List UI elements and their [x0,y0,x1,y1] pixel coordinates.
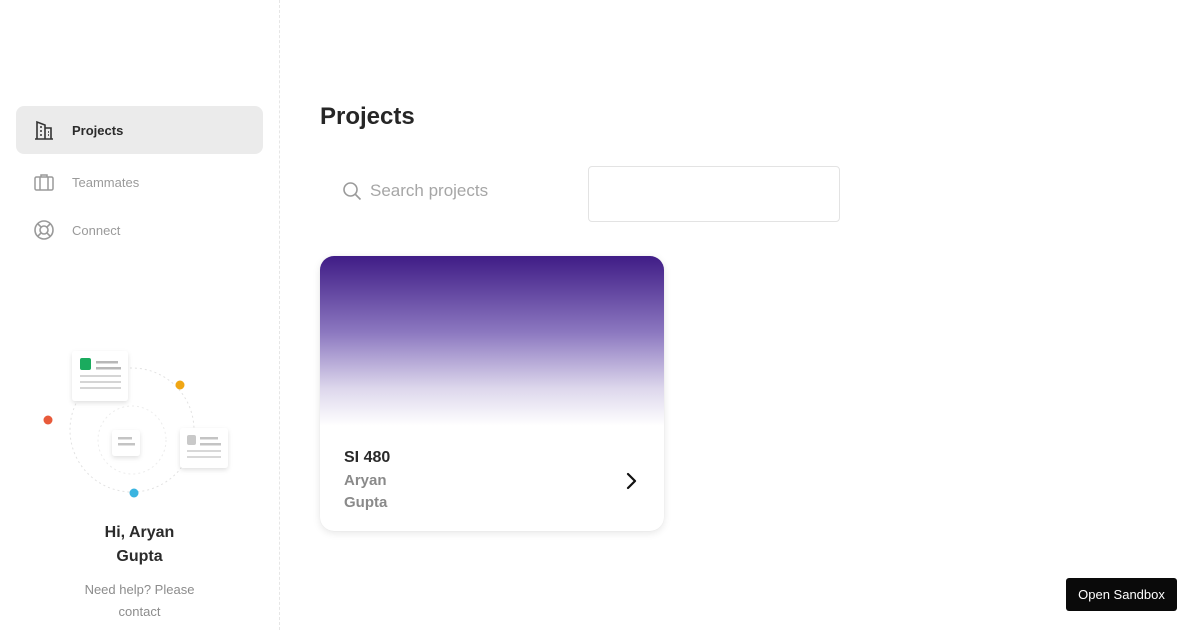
sidebar-item-label: Connect [72,222,121,238]
greeting-block: Hi, Aryan Gupta Need help? Please contac… [0,521,279,623]
sidebar-item-projects[interactable]: Projects [16,106,263,154]
help-illustration [32,340,242,505]
project-card[interactable]: SI 480 Aryan Gupta [320,256,664,531]
sidebar-nav: Projects Teammates Connect [16,106,263,254]
search-icon [342,181,362,201]
help-text: Need help? Please contact [84,582,195,619]
lifebuoy-icon [32,218,56,242]
page-title: Projects [320,103,415,130]
chevron-right-icon[interactable] [621,470,641,492]
greeting-text: Hi, Aryan Gupta [104,524,175,565]
briefcase-icon [32,170,56,194]
project-card-banner [320,256,664,426]
search-input[interactable] [370,181,570,201]
project-name: SI 480 [344,449,391,466]
filter-select[interactable] [588,166,840,222]
project-owner: Aryan Gupta [344,472,388,511]
open-sandbox-button[interactable]: Open Sandbox [1066,578,1177,611]
sidebar-item-label: Teammates [72,174,140,190]
search-bar [320,166,570,216]
sidebar-item-connect[interactable]: Connect [16,206,263,254]
sidebar-item-label: Projects [72,122,124,138]
sidebar: Projects Teammates Connect Hi, Aryan Gup… [0,0,280,630]
sidebar-item-teammates[interactable]: Teammates [16,158,263,206]
building-icon [32,118,56,142]
